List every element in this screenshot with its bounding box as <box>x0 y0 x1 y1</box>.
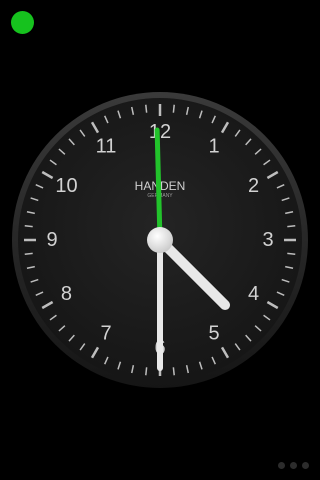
second-hand <box>154 127 163 243</box>
page-dot[interactable] <box>302 462 309 469</box>
minor-tick <box>145 367 148 376</box>
hour-numeral-3: 3 <box>262 229 273 251</box>
minor-tick <box>24 252 33 255</box>
page-indicator[interactable] <box>278 462 309 469</box>
hour-numeral-10: 10 <box>55 175 77 197</box>
hour-numeral-12: 12 <box>149 121 171 143</box>
hour-numeral-8: 8 <box>61 283 72 305</box>
minor-tick <box>172 367 175 376</box>
minor-tick <box>287 225 296 228</box>
hour-numeral-11: 11 <box>96 135 117 157</box>
hour-numeral-4: 4 <box>248 283 259 305</box>
minor-tick <box>172 104 175 113</box>
hour-numeral-2: 2 <box>248 175 259 197</box>
hour-numeral-9: 9 <box>46 229 57 251</box>
hour-numeral-7: 7 <box>100 323 111 345</box>
page-dot[interactable] <box>278 462 285 469</box>
minor-tick <box>145 104 148 113</box>
hour-numeral-5: 5 <box>208 323 219 345</box>
clock-center-hub <box>147 227 173 253</box>
hour-numeral-1: 1 <box>208 135 219 157</box>
analog-clock: 121234567891011 HANDEN GERMANY <box>12 92 308 388</box>
minor-tick <box>24 225 33 228</box>
page-dot[interactable] <box>290 462 297 469</box>
minor-tick <box>287 252 296 255</box>
